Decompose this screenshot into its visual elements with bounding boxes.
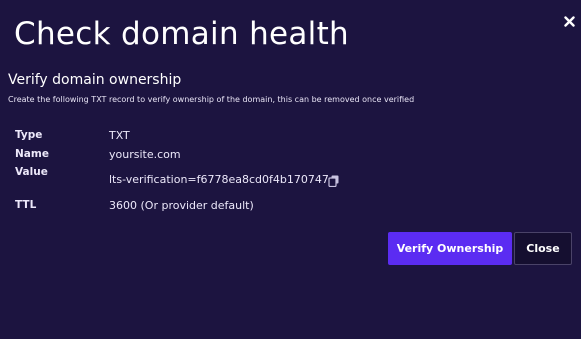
value-value: lts-verification=f6778ea8cd0f4b170747 <box>109 173 329 186</box>
copy-icon[interactable] <box>328 172 340 188</box>
section-description: Create the following TXT record to verif… <box>8 95 415 104</box>
ttl-label: TTL <box>15 199 37 211</box>
ttl-value: 3600 (Or provider default) <box>109 199 254 212</box>
domain-health-modal: Check domain health Verify domain owners… <box>0 0 581 339</box>
verify-ownership-button[interactable]: Verify Ownership <box>388 232 512 265</box>
type-value: TXT <box>109 129 130 142</box>
close-icon[interactable] <box>564 12 578 30</box>
name-value: yoursite.com <box>109 148 181 161</box>
modal-title: Check domain health <box>14 16 349 52</box>
name-label: Name <box>15 148 49 160</box>
section-heading: Verify domain ownership <box>8 72 182 88</box>
value-label: Value <box>15 166 48 178</box>
close-button[interactable]: Close <box>514 232 572 265</box>
type-label: Type <box>15 129 43 141</box>
